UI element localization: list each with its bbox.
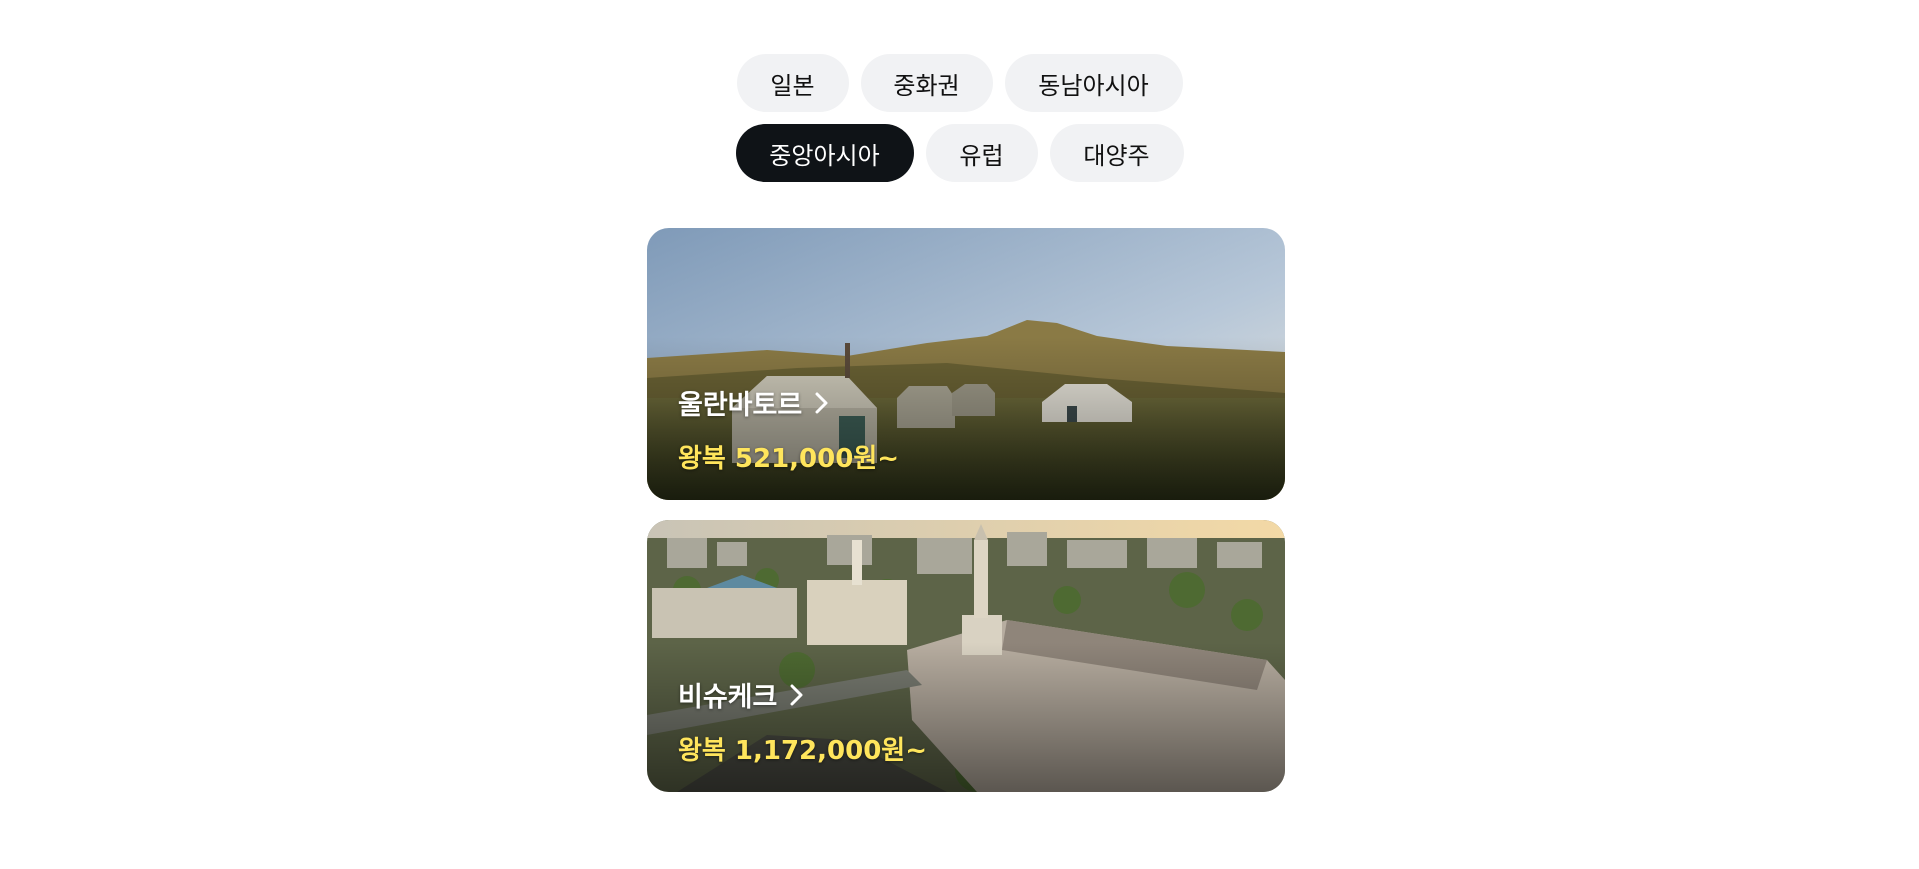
tab-japan[interactable]: 일본: [736, 54, 849, 112]
destination-city-link[interactable]: 울란바토르: [678, 383, 899, 422]
tab-greater-china[interactable]: 중화권: [860, 54, 993, 112]
region-tabs-row-2: 중앙아시아 유럽 대양주: [0, 124, 1919, 182]
destination-info: 울란바토르 왕복 521,000원~: [678, 383, 899, 475]
tab-central-asia[interactable]: 중앙아시아: [735, 124, 914, 182]
region-tabs-row-1: 일본 중화권 동남아시아: [0, 54, 1919, 112]
destination-card-ulaanbaatar[interactable]: 울란바토르 왕복 521,000원~: [647, 228, 1285, 500]
city-name: 비슈케크: [678, 682, 778, 713]
round-trip-price: 왕복 521,000원~: [678, 444, 900, 474]
tab-oceania[interactable]: 대양주: [1049, 124, 1184, 182]
tab-europe[interactable]: 유럽: [925, 124, 1038, 182]
city-name: 울란바토르: [678, 390, 803, 421]
chevron-right-icon: [790, 684, 803, 705]
round-trip-price: 왕복 1,172,000원~: [678, 736, 927, 766]
chevron-right-icon: [815, 392, 828, 413]
tab-southeast-asia[interactable]: 동남아시아: [1004, 54, 1183, 112]
destination-city-link[interactable]: 비슈케크: [678, 675, 927, 714]
destination-card-bishkek[interactable]: 비슈케크 왕복 1,172,000원~: [647, 520, 1285, 792]
destination-info: 비슈케크 왕복 1,172,000원~: [678, 675, 927, 767]
